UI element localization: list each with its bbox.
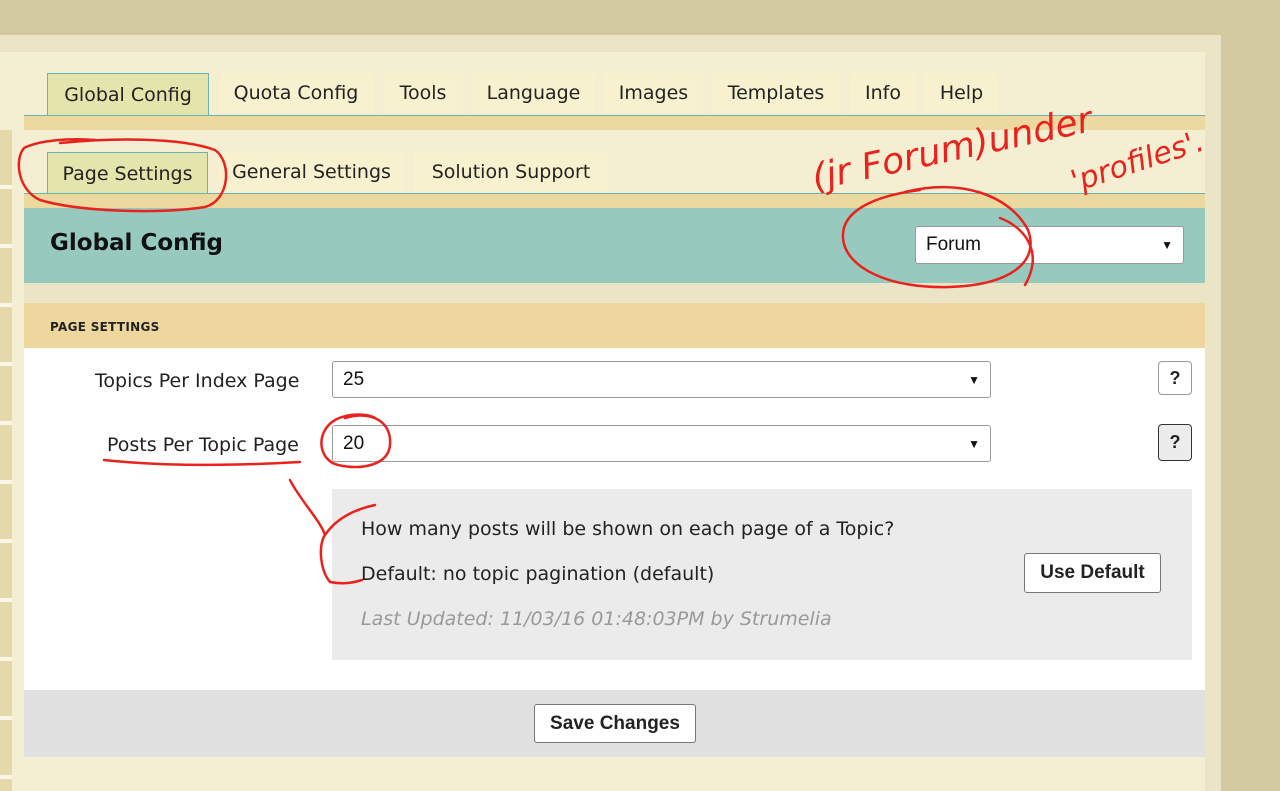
tab-quota-config[interactable]: Quota Config	[218, 73, 374, 113]
last-updated-text: Last Updated: 11/03/16 01:48:03PM by Str…	[361, 608, 832, 630]
tab-images[interactable]: Images	[604, 73, 703, 113]
tab-divider	[24, 115, 1205, 116]
tab-band	[24, 116, 1205, 130]
topics-per-index-label: Topics Per Index Page	[95, 370, 300, 392]
help-question-button-active[interactable]: ?	[1158, 424, 1192, 461]
settings-content: Topics Per Index Page 25 ▼ ? Posts Per T…	[24, 348, 1205, 690]
header-gap	[24, 283, 1205, 303]
tab-language[interactable]: Language	[473, 73, 594, 113]
use-default-button[interactable]: Use Default	[1024, 553, 1161, 593]
save-changes-button[interactable]: Save Changes	[534, 704, 696, 743]
subtab-page-settings[interactable]: Page Settings	[47, 152, 208, 194]
posts-per-topic-select[interactable]: 20 ▼	[332, 425, 991, 462]
section-title: PAGE SETTINGS	[50, 320, 160, 334]
subtab-general-settings[interactable]: General Settings	[218, 152, 405, 192]
tab-tools[interactable]: Tools	[383, 73, 463, 113]
section-header: PAGE SETTINGS	[24, 303, 1205, 348]
subtab-divider	[24, 193, 1205, 194]
left-sidebar-strip	[0, 130, 12, 791]
posts-per-topic-value: 20	[343, 432, 365, 454]
dropdown-arrow-icon: ▼	[968, 436, 980, 451]
footer-bar: Save Changes	[24, 690, 1205, 757]
help-default-text: Default: no topic pagination (default)	[361, 563, 715, 585]
tab-global-config[interactable]: Global Config	[47, 73, 209, 116]
help-question-text: How many posts will be shown on each pag…	[361, 518, 895, 540]
help-question-button[interactable]: ?	[1158, 361, 1192, 395]
module-select-value: Forum	[926, 234, 981, 255]
subtab-band	[24, 194, 1205, 208]
subtab-solution-support[interactable]: Solution Support	[414, 152, 608, 192]
page-header: Global Config Forum ▼	[24, 208, 1205, 283]
tab-info[interactable]: Info	[850, 73, 916, 113]
dropdown-arrow-icon: ▼	[968, 372, 980, 387]
module-select[interactable]: Forum ▼	[915, 226, 1184, 264]
help-box: How many posts will be shown on each pag…	[332, 489, 1192, 660]
topics-per-index-select[interactable]: 25 ▼	[332, 361, 991, 398]
dropdown-arrow-icon: ▼	[1161, 238, 1173, 252]
page-title: Global Config	[50, 230, 224, 256]
tab-help[interactable]: Help	[925, 73, 998, 113]
tab-templates[interactable]: Templates	[712, 73, 840, 113]
posts-per-topic-label: Posts Per Topic Page	[107, 434, 299, 456]
topics-per-index-value: 25	[343, 368, 365, 390]
